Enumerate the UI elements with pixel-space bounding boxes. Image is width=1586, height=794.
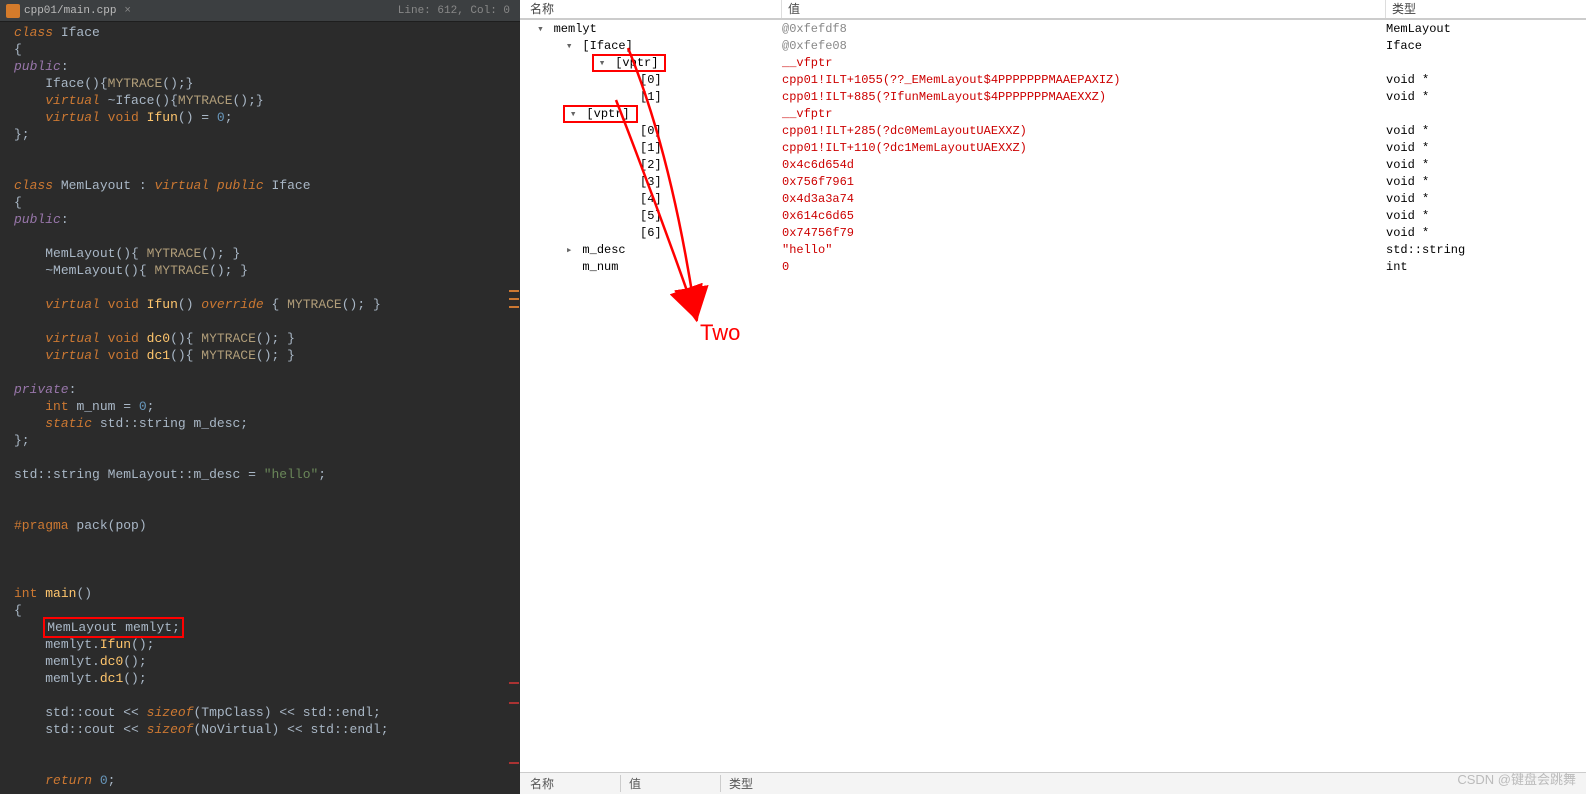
watch-row-value: __vfptr <box>782 56 1386 70</box>
search-col-name[interactable]: 名称 <box>520 775 620 792</box>
watch-rows: ▾ memlyt @0xfefdf8MemLayout ▾ [Iface] @0xf… <box>520 20 1586 794</box>
watch-row-value: cpp01!ILT+285(?dc0MemLayoutUAEXXZ) <box>782 124 1386 138</box>
code-editor[interactable]: class Iface { public: Iface(){MYTRACE();… <box>0 22 520 794</box>
watch-row-type: void * <box>1386 175 1586 189</box>
watch-row[interactable]: [5] 0x614c6d65void * <box>520 207 1586 224</box>
watch-row-type: MemLayout <box>1386 22 1586 36</box>
watch-header-type[interactable]: 类型 <box>1386 0 1586 18</box>
watch-row-value: 0x614c6d65 <box>782 209 1386 223</box>
chevron-down-icon[interactable]: ▾ <box>596 56 608 70</box>
watch-row-type: void * <box>1386 90 1586 104</box>
watch-row-type: void * <box>1386 141 1586 155</box>
chevron-right-icon[interactable]: ▸ <box>563 243 575 257</box>
code-content: class Iface { public: Iface(){MYTRACE();… <box>14 24 520 789</box>
watch-row-name: [Iface] <box>575 39 633 53</box>
watch-row-value: @0xfefe08 <box>782 39 1386 53</box>
watch-row[interactable]: [3] 0x756f7961void * <box>520 173 1586 190</box>
watch-row-value: cpp01!ILT+885(?IfunMemLayout$4PPPPPPPMAA… <box>782 90 1386 104</box>
statusbar-linecol: Line: 612, Col: 0 <box>398 5 510 17</box>
watch-row-name: [5] <box>633 209 662 223</box>
watch-row-name: [0] <box>633 73 662 87</box>
watch-row-name: [0] <box>633 124 662 138</box>
watch-row-name: [6] <box>633 226 662 240</box>
watch-row-type: void * <box>1386 73 1586 87</box>
watch-row-value: cpp01!ILT+1055(??_EMemLayout$4PPPPPPPMAA… <box>782 73 1386 87</box>
watch-row-type: void * <box>1386 192 1586 206</box>
watch-row-value: 0x4c6d654d <box>782 158 1386 172</box>
watch-row-name: m_num <box>575 260 618 274</box>
watch-panel: 名称 值 类型 ▾ memlyt @0xfefdf8MemLayout ▾ [If… <box>520 0 1586 794</box>
watch-row[interactable]: ▾ [vptr] __vfptr <box>520 54 1586 71</box>
watch-row-name: memlyt <box>546 22 596 36</box>
watch-row-type: void * <box>1386 124 1586 138</box>
chevron-down-icon[interactable]: ▾ <box>534 22 546 36</box>
watch-row[interactable]: [6] 0x74756f79void * <box>520 224 1586 241</box>
watch-row-name: m_desc <box>575 243 625 257</box>
watermark: CSDN @键盘会跳舞 <box>1457 769 1576 788</box>
watch-row-type: Iface <box>1386 39 1586 53</box>
watch-row-value: 0x74756f79 <box>782 226 1386 240</box>
watch-row[interactable]: ▾ memlyt @0xfefdf8MemLayout <box>520 20 1586 37</box>
watch-row-value: 0 <box>782 260 1386 274</box>
watch-row[interactable]: [1] cpp01!ILT+885(?IfunMemLayout$4PPPPPPP… <box>520 88 1586 105</box>
tab-close-icon[interactable]: × <box>124 5 131 17</box>
watch-row-name: [1] <box>633 141 662 155</box>
watch-row[interactable]: [0] cpp01!ILT+285(?dc0MemLayoutUAEXXZ)voi… <box>520 122 1586 139</box>
watch-header-row: 名称 值 类型 <box>520 0 1586 20</box>
watch-row-name: [1] <box>633 90 662 104</box>
watch-row[interactable]: [0] cpp01!ILT+1055(??_EMemLayout$4PPPPPPP… <box>520 71 1586 88</box>
file-icon <box>6 4 20 18</box>
watch-row[interactable]: ▾ [vptr] __vfptr <box>520 105 1586 122</box>
watch-row-value: 0x4d3a3a74 <box>782 192 1386 206</box>
chevron-down-icon[interactable]: ▾ <box>563 39 575 53</box>
watch-searchbar: 名称 值 类型 <box>520 772 1586 794</box>
watch-row-type: void * <box>1386 209 1586 223</box>
watch-row-name: [vptr] <box>579 107 629 121</box>
watch-row[interactable]: [1] cpp01!ILT+110(?dc1MemLayoutUAEXXZ)voi… <box>520 139 1586 156</box>
watch-row-type: int <box>1386 260 1586 274</box>
search-col-type[interactable]: 类型 <box>720 775 820 792</box>
editor-pane: cpp01/main.cpp × Line: 612, Col: 0 class… <box>0 0 520 794</box>
watch-row-value: @0xfefdf8 <box>782 22 1386 36</box>
watch-row-value: cpp01!ILT+110(?dc1MemLayoutUAEXXZ) <box>782 141 1386 155</box>
watch-row[interactable]: m_num 0int <box>520 258 1586 275</box>
tab-filename[interactable]: cpp01/main.cpp <box>24 5 116 17</box>
watch-header-value[interactable]: 值 <box>782 0 1386 18</box>
editor-scroll-strip[interactable] <box>508 22 520 794</box>
watch-row-type: void * <box>1386 226 1586 240</box>
watch-row-type: void * <box>1386 158 1586 172</box>
watch-row-value: 0x756f7961 <box>782 175 1386 189</box>
chevron-down-icon[interactable]: ▾ <box>567 107 579 121</box>
watch-header-name[interactable]: 名称 <box>520 0 782 18</box>
watch-row-value: __vfptr <box>782 107 1386 121</box>
watch-row-name: [vptr] <box>608 56 658 70</box>
watch-row[interactable]: [4] 0x4d3a3a74void * <box>520 190 1586 207</box>
watch-row-name: [2] <box>633 158 662 172</box>
watch-row-value: "hello" <box>782 243 1386 257</box>
watch-row[interactable]: ▾ [Iface] @0xfefe08Iface <box>520 37 1586 54</box>
watch-row-name: [3] <box>633 175 662 189</box>
watch-row-type: std::string <box>1386 243 1586 257</box>
search-col-value[interactable]: 值 <box>620 775 720 792</box>
watch-row[interactable]: [2] 0x4c6d654dvoid * <box>520 156 1586 173</box>
editor-tabbar: cpp01/main.cpp × Line: 612, Col: 0 <box>0 0 520 22</box>
watch-row[interactable]: ▸ m_desc "hello"std::string <box>520 241 1586 258</box>
watch-row-name: [4] <box>633 192 662 206</box>
